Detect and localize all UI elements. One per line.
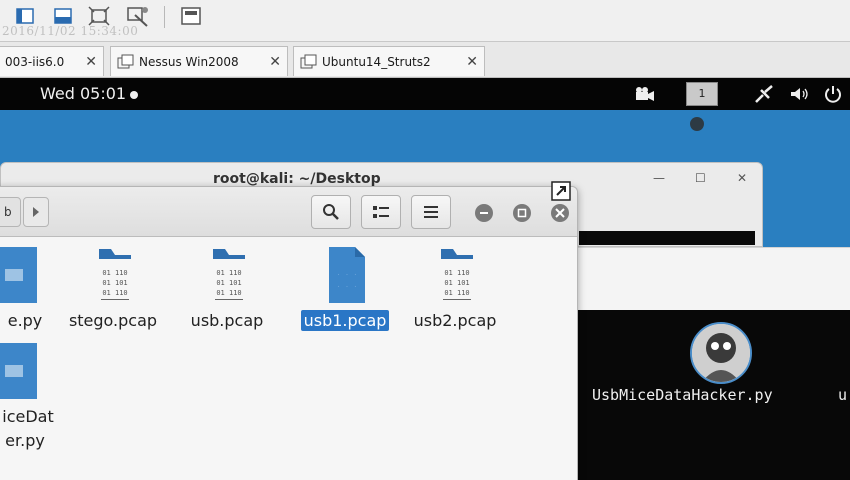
vm-toolbar: 2016/11/02 15:34:00 [0, 0, 850, 42]
svg-text:01 110: 01 110 [102, 289, 127, 297]
minimize-button[interactable] [475, 204, 493, 222]
pcap-file-icon: . . . . . . [329, 247, 365, 303]
file-label: usb1.pcap [295, 310, 395, 331]
menu-button[interactable] [411, 195, 451, 229]
timestamp-watermark: 2016/11/02 15:34:00 [2, 24, 139, 38]
file-label-text: usb1.pcap [300, 310, 390, 331]
svg-text:01 101: 01 101 [444, 279, 469, 287]
network-icon[interactable] [752, 84, 776, 104]
vm-tab-bar: 003-iis6.0 ✕ Nessus Win2008 ✕ Ubuntu14_S… [0, 42, 850, 78]
close-icon[interactable]: ✕ [269, 54, 281, 70]
close-icon[interactable]: ✕ [466, 54, 478, 70]
clock-text: Wed 05:01 [40, 84, 127, 103]
svg-text:01 110: 01 110 [444, 269, 469, 277]
file-item[interactable]: 01 110 01 101 01 110 stego.pcap [63, 247, 163, 337]
maximize-button[interactable]: ☐ [695, 171, 706, 185]
resize-arrow-icon [551, 181, 571, 201]
hamburger-icon [424, 206, 438, 218]
header-bar: b [0, 187, 577, 237]
minimize-icon [480, 212, 488, 214]
python-script-icon[interactable] [690, 322, 752, 384]
file-item[interactable]: 01 110 01 101 01 110 usb.pcap [177, 247, 277, 337]
file-label: usb2.pcap [413, 311, 497, 330]
toolbar-separator [164, 6, 165, 28]
file-item[interactable]: 01 110 01 101 01 110 usb2.pcap [405, 247, 505, 337]
svg-text:01 110: 01 110 [444, 289, 469, 297]
terminal-content [579, 231, 755, 245]
close-button[interactable]: ✕ [737, 171, 747, 185]
volume-icon[interactable] [788, 84, 810, 104]
file-label: e.py [7, 311, 43, 330]
file-item[interactable]: iceDat er.py [0, 343, 63, 453]
desktop-icon-label[interactable]: UsbMiceDataHacker.py [592, 386, 773, 404]
pcap-file-icon: 01 110 01 101 01 110 [441, 249, 473, 300]
window-title: root@kali: ~/Desktop [213, 171, 381, 187]
file-label-line2: er.py [5, 431, 45, 450]
tab-label: Ubuntu14_Struts2 [322, 54, 431, 69]
tab-nessus[interactable]: Nessus Win2008 ✕ [110, 46, 288, 76]
camera-icon[interactable] [634, 84, 656, 104]
console-view-icon[interactable] [178, 4, 204, 28]
python-file-icon [0, 247, 37, 303]
close-icon [555, 208, 565, 218]
tab-label: Nessus Win2008 [139, 54, 239, 69]
workspace-indicator[interactable]: 1 [686, 82, 718, 106]
file-label: stego.pcap [68, 311, 158, 330]
file-label: usb.pcap [190, 311, 264, 330]
file-item-selected[interactable]: . . . . . . usb1.pcap [295, 247, 395, 337]
maximize-icon [517, 208, 527, 218]
tab-iis6[interactable]: 003-iis6.0 ✕ [0, 46, 104, 76]
close-button[interactable] [551, 204, 569, 222]
search-button[interactable] [311, 195, 351, 229]
svg-text:01 110: 01 110 [216, 289, 241, 297]
svg-text:01 110: 01 110 [102, 269, 127, 277]
python-file-icon [0, 343, 37, 399]
desktop-icon-label-cut[interactable]: u [838, 386, 847, 404]
forward-button[interactable] [23, 197, 49, 227]
chevron-right-icon [33, 207, 39, 217]
pcap-file-icon: 01 110 01 101 01 110 [99, 249, 131, 300]
list-view-icon [373, 206, 389, 218]
notification-dot [130, 90, 139, 99]
window-area [578, 247, 850, 310]
tab-struts2[interactable]: Ubuntu14_Struts2 ✕ [293, 46, 485, 76]
svg-text:. . .: . . . [336, 269, 357, 277]
file-item[interactable]: e.py [0, 247, 63, 337]
files-window[interactable]: b e.py 01 110 01 101 01 110 stego.pcap 0… [0, 181, 578, 480]
power-icon[interactable] [822, 84, 844, 104]
svg-text:01 110: 01 110 [216, 269, 241, 277]
svg-text:01 101: 01 101 [216, 279, 241, 287]
maximize-button[interactable] [513, 204, 531, 222]
vm-icon [300, 54, 317, 68]
tab-label: 003-iis6.0 [5, 54, 65, 69]
path-bar-segment[interactable]: b [0, 197, 21, 227]
vm-icon [117, 54, 134, 68]
minimize-button[interactable]: — [653, 171, 665, 185]
close-icon[interactable]: ✕ [85, 54, 97, 70]
desktop-background [0, 110, 850, 162]
gnome-top-bar: Wed 05:01 1 [0, 78, 850, 110]
mouse-cursor-icon [690, 117, 704, 131]
clock[interactable]: Wed 05:01 [40, 84, 139, 103]
search-icon [323, 204, 339, 220]
file-label-line1: iceDat [2, 407, 54, 426]
view-toggle-button[interactable] [361, 195, 401, 229]
pcap-file-icon: 01 110 01 101 01 110 [213, 249, 245, 300]
svg-text:01 101: 01 101 [102, 279, 127, 287]
svg-text:. . .: . . . [336, 281, 357, 289]
